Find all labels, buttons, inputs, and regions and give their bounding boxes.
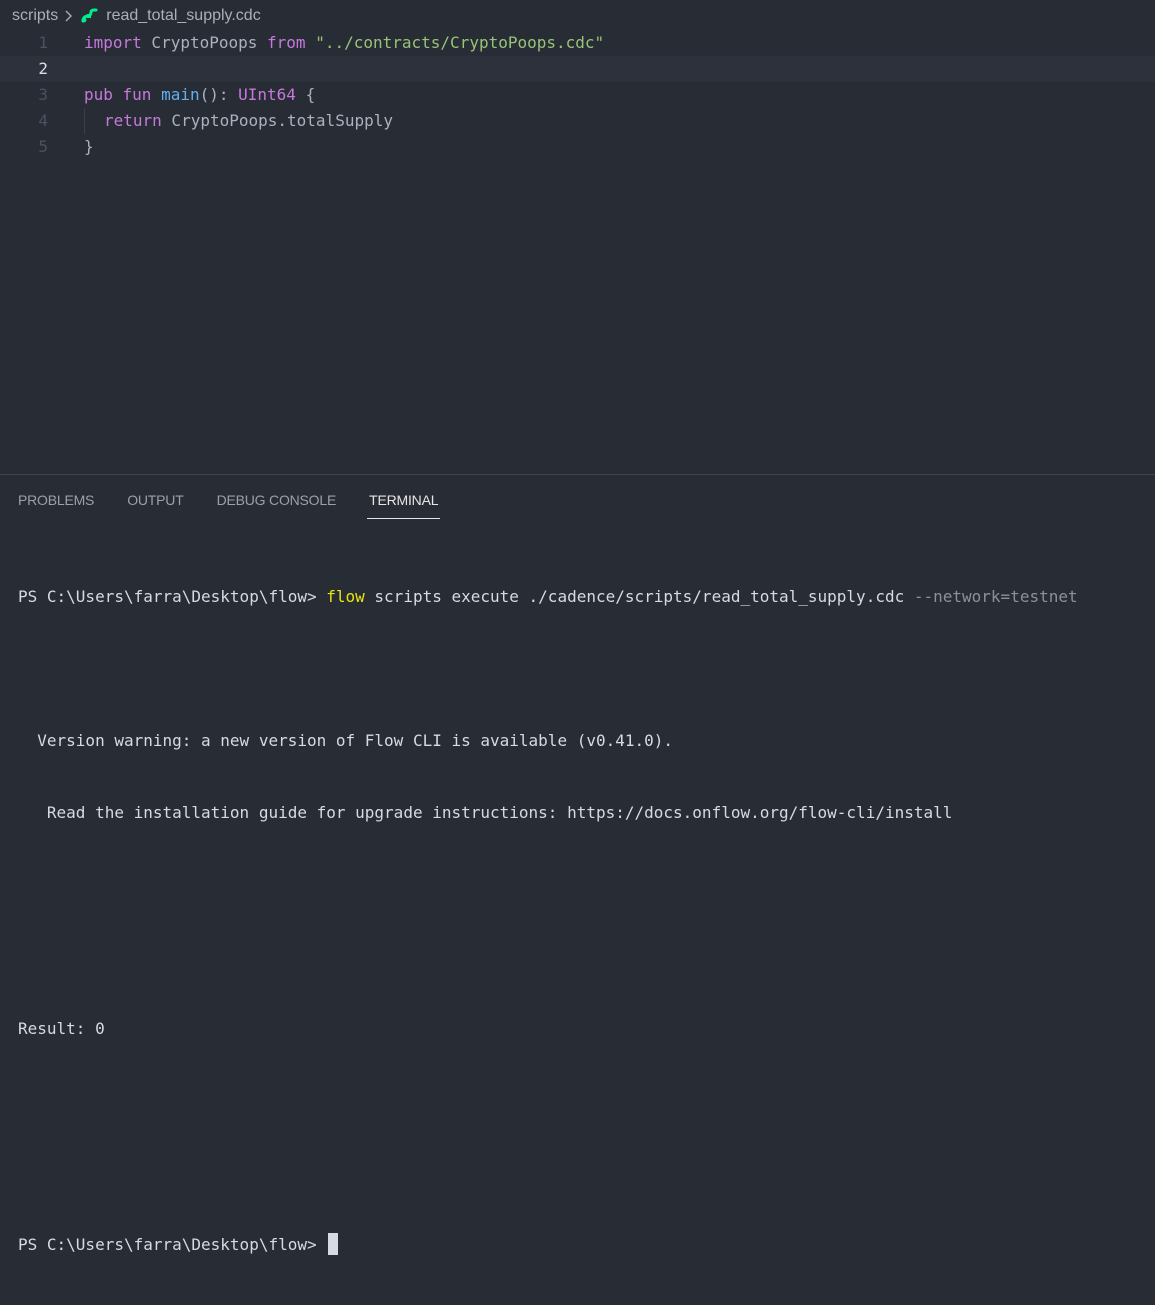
keyword-token: return [104, 111, 162, 130]
identifier-token: CryptoPoops.totalSupply [161, 111, 393, 130]
tab-problems[interactable]: PROBLEMS [18, 475, 94, 519]
line-number: 1 [38, 33, 48, 52]
panel-tabs: PROBLEMS OUTPUT DEBUG CONSOLE TERMINAL [0, 475, 1155, 519]
type-token: UInt64 [238, 85, 296, 104]
indent-guide [84, 108, 85, 134]
terminal-prompt: PS C:\Users\farra\Desktop\flow> [18, 587, 327, 606]
punctuation-token: } [84, 137, 94, 156]
punctuation-token: { [295, 85, 316, 104]
code-line[interactable]: 1 import CryptoPoops from "../contracts/… [0, 30, 1155, 56]
result-line: Result: 0 [18, 1019, 105, 1038]
code-area[interactable]: 1 import CryptoPoops from "../contracts/… [0, 30, 1155, 160]
code-text: import CryptoPoops from "../contracts/Cr… [84, 30, 604, 56]
command-name: flow [326, 587, 365, 606]
line-number: 2 [38, 59, 48, 78]
string-token: "../contracts/CryptoPoops.cdc" [305, 33, 605, 52]
breadcrumb-folder[interactable]: scripts [12, 7, 58, 25]
version-warning: Version warning: a new version of Flow C… [18, 731, 674, 750]
code-line[interactable]: 3 pub fun main(): UInt64 { [0, 82, 1155, 108]
breadcrumb: scripts read_total_supply.cdc [0, 0, 1155, 32]
line-number: 4 [38, 111, 48, 130]
code-line[interactable]: 4 return CryptoPoops.totalSupply [0, 108, 1155, 134]
keyword-token: fun [112, 85, 162, 104]
line-number: 5 [38, 137, 48, 156]
flow-file-icon [80, 8, 98, 24]
code-text: } [84, 134, 94, 160]
line-number: 3 [38, 85, 48, 104]
keyword-token: from [267, 33, 306, 52]
keyword-token: pub [84, 85, 113, 104]
tab-output[interactable]: OUTPUT [127, 475, 184, 519]
terminal-input-line[interactable]: PS C:\Users\farra\Desktop\flow> [18, 1233, 1148, 1257]
command-args: scripts execute ./cadence/scripts/read_t… [364, 587, 914, 606]
punctuation-token: (): [199, 85, 239, 104]
tab-terminal[interactable]: TERMINAL [367, 475, 441, 519]
editor[interactable]: scripts read_total_supply.cdc 1 import C… [0, 0, 1155, 474]
code-line-current[interactable]: 2 [0, 56, 1155, 82]
breadcrumb-file[interactable]: read_total_supply.cdc [106, 7, 260, 25]
terminal-command-line: PS C:\Users\farra\Desktop\flow> flow scr… [18, 585, 1148, 609]
install-guide-line: Read the installation guide for upgrade … [18, 803, 953, 822]
bottom-panel: PROBLEMS OUTPUT DEBUG CONSOLE TERMINAL P… [0, 474, 1155, 1255]
command-flag: --network=testnet [913, 587, 1078, 606]
code-text: pub fun main(): UInt64 { [84, 82, 315, 108]
function-token: main [161, 85, 200, 104]
tab-debug-console[interactable]: DEBUG CONSOLE [217, 475, 337, 519]
terminal-cursor [328, 1233, 339, 1255]
identifier-token: CryptoPoops [141, 33, 268, 52]
code-line[interactable]: 5 } [0, 134, 1155, 160]
code-text: return CryptoPoops.totalSupply [104, 108, 393, 134]
terminal-prompt: PS C:\Users\farra\Desktop\flow> [18, 1235, 327, 1254]
chevron-right-icon [64, 9, 74, 23]
keyword-token: import [84, 33, 142, 52]
terminal[interactable]: PS C:\Users\farra\Desktop\flow> flow scr… [18, 537, 1148, 1305]
